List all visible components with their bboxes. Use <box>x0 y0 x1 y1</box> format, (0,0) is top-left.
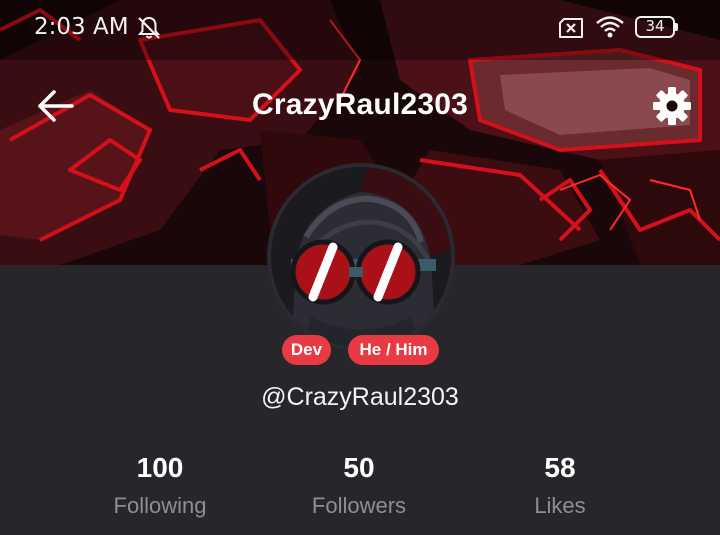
no-sim-icon <box>559 18 583 38</box>
followers-label: Followers <box>311 493 407 518</box>
settings-button[interactable] <box>650 84 694 128</box>
following-count: 100 <box>136 452 184 483</box>
gear-icon <box>653 87 691 125</box>
bell-off-icon <box>137 16 161 39</box>
followers-count: 50 <box>343 452 375 483</box>
battery-icon: 34 <box>635 16 678 38</box>
badge-dev: Dev <box>282 335 331 365</box>
wifi-icon <box>596 16 624 38</box>
avatar[interactable] <box>267 163 455 351</box>
status-bar: 2:03 AM 34 <box>0 0 720 56</box>
username-handle: @CrazyRaul2303 <box>261 383 459 411</box>
battery-level: 34 <box>645 17 665 35</box>
likes-count: 58 <box>544 452 576 483</box>
avatar-image <box>271 167 451 347</box>
stat-following[interactable]: 100 Following <box>80 452 240 519</box>
stat-followers[interactable]: 50 Followers <box>279 452 439 519</box>
badge-pronouns: He / Him <box>348 335 439 365</box>
status-time: 2:03 AM <box>34 14 129 40</box>
likes-label: Likes <box>534 493 586 518</box>
page-title: CrazyRaul2303 <box>251 88 469 121</box>
stat-likes[interactable]: 58 Likes <box>480 452 640 519</box>
following-label: Following <box>113 493 207 518</box>
